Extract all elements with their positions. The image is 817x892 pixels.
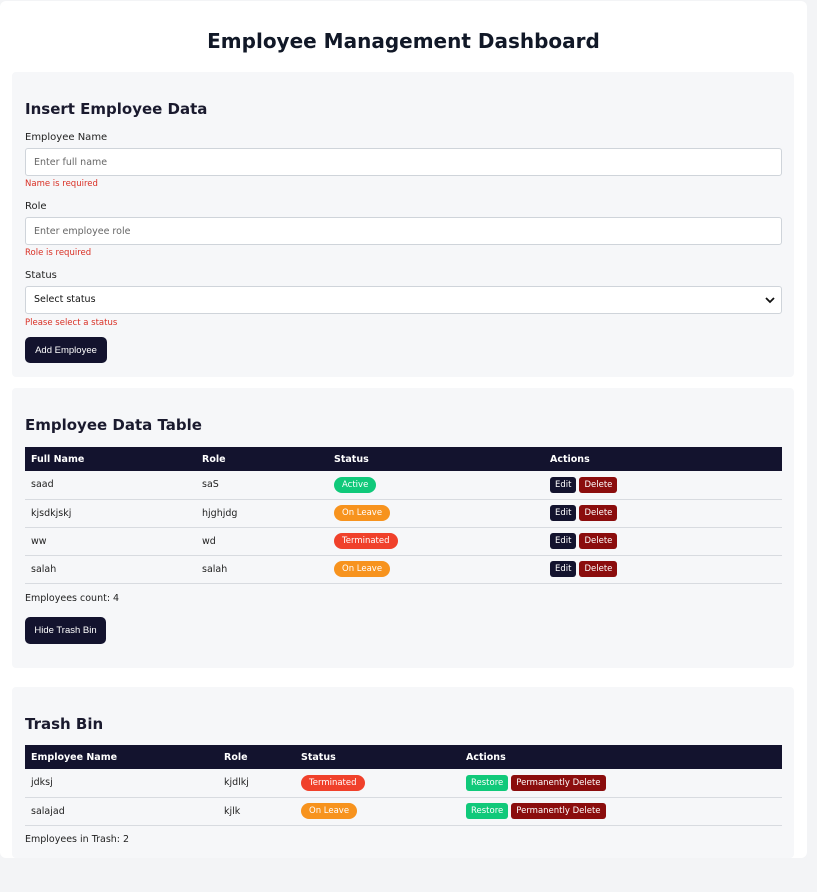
header-actions: Actions <box>466 751 506 763</box>
employees-in-trash-count: Employees in Trash: 2 <box>25 834 130 845</box>
delete-button[interactable]: Delete <box>579 533 618 549</box>
add-employee-button[interactable]: Add Employee <box>25 337 107 363</box>
table-row: salah salah On Leave Edit Delete <box>25 555 782 583</box>
trash-bin-title: Trash Bin <box>25 715 104 733</box>
table-row: salajad kjlk On Leave Restore Permanently… <box>25 797 782 825</box>
role-error: Role is required <box>25 248 92 258</box>
restore-button[interactable]: Restore <box>466 803 509 819</box>
edit-button[interactable]: Edit <box>550 533 577 549</box>
employee-name: saad <box>31 479 54 491</box>
employee-name: salah <box>31 563 57 575</box>
edit-button[interactable]: Edit <box>550 476 577 493</box>
name-error: Name is required <box>25 179 98 189</box>
header-full-name: Full Name <box>31 453 85 465</box>
role-label: Role <box>25 201 47 212</box>
status-badge: On Leave <box>334 561 391 577</box>
status-badge: Terminated <box>334 533 398 549</box>
employee-role: kjlk <box>224 805 241 817</box>
employee-name: kjsdkjskj <box>31 507 72 519</box>
trash-table: Employee Name Role Status Actions jdksj … <box>25 745 782 826</box>
table-row: ww wd Terminated Edit Delete <box>25 527 782 555</box>
trash-table-header: Employee Name Role Status Actions <box>25 745 782 769</box>
employee-name-label: Employee Name <box>25 132 108 143</box>
employee-table-header: Full Name Role Status Actions <box>25 447 782 471</box>
trash-bin-section: Trash Bin Employee Name Role Status Acti… <box>12 687 794 858</box>
edit-button[interactable]: Edit <box>550 561 577 577</box>
insert-section-title: Insert Employee Data <box>25 100 208 118</box>
header-role: Role <box>202 453 226 465</box>
employee-name: salajad <box>31 805 65 817</box>
status-badge: Active <box>334 476 377 493</box>
employee-role: salah <box>202 563 228 575</box>
permanently-delete-button[interactable]: Permanently Delete <box>511 774 606 791</box>
employee-name-input[interactable] <box>25 148 782 176</box>
header-employee-name: Employee Name <box>31 751 118 763</box>
employee-name: jdksj <box>31 777 53 789</box>
header-status: Status <box>301 751 336 763</box>
dashboard-card: Employee Management Dashboard Insert Emp… <box>0 1 807 858</box>
header-actions: Actions <box>550 453 590 465</box>
table-row: saad saS Active Edit Delete <box>25 471 782 499</box>
employees-count: Employees count: 4 <box>25 593 120 604</box>
status-badge: On Leave <box>334 505 391 521</box>
employee-role: saS <box>202 479 219 491</box>
table-row: jdksj kjdlkj Terminated Restore Permanent… <box>25 769 782 797</box>
chevron-down-icon <box>765 297 775 304</box>
employee-role: kjdlkj <box>224 777 249 789</box>
delete-button[interactable]: Delete <box>579 505 618 521</box>
role-input[interactable] <box>25 217 782 245</box>
header-status: Status <box>334 453 369 465</box>
status-error: Please select a status <box>25 318 118 328</box>
table-row: kjsdkjskj hjghjdg On Leave Edit Delete <box>25 499 782 527</box>
delete-button[interactable]: Delete <box>579 561 618 577</box>
hide-trash-bin-button[interactable]: Hide Trash Bin <box>25 617 106 644</box>
status-select[interactable]: Select status <box>25 286 782 314</box>
insert-section: Insert Employee Data Employee Name Name … <box>12 72 794 377</box>
status-select-value: Select status <box>34 294 96 305</box>
header-role: Role <box>224 751 248 763</box>
employee-role: hjghjdg <box>202 507 238 519</box>
employee-name: ww <box>31 535 47 547</box>
employee-table: Full Name Role Status Actions saad saS A… <box>25 447 782 584</box>
delete-button[interactable]: Delete <box>579 476 618 493</box>
permanently-delete-button[interactable]: Permanently Delete <box>511 803 606 819</box>
edit-button[interactable]: Edit <box>550 505 577 521</box>
status-label: Status <box>25 270 57 281</box>
employee-table-title: Employee Data Table <box>25 416 202 434</box>
page-title: Employee Management Dashboard <box>207 29 600 53</box>
status-badge: On Leave <box>301 803 358 819</box>
restore-button[interactable]: Restore <box>466 774 509 791</box>
employee-role: wd <box>202 535 216 547</box>
employee-table-section: Employee Data Table Full Name Role Statu… <box>12 388 794 668</box>
status-badge: Terminated <box>301 774 365 791</box>
